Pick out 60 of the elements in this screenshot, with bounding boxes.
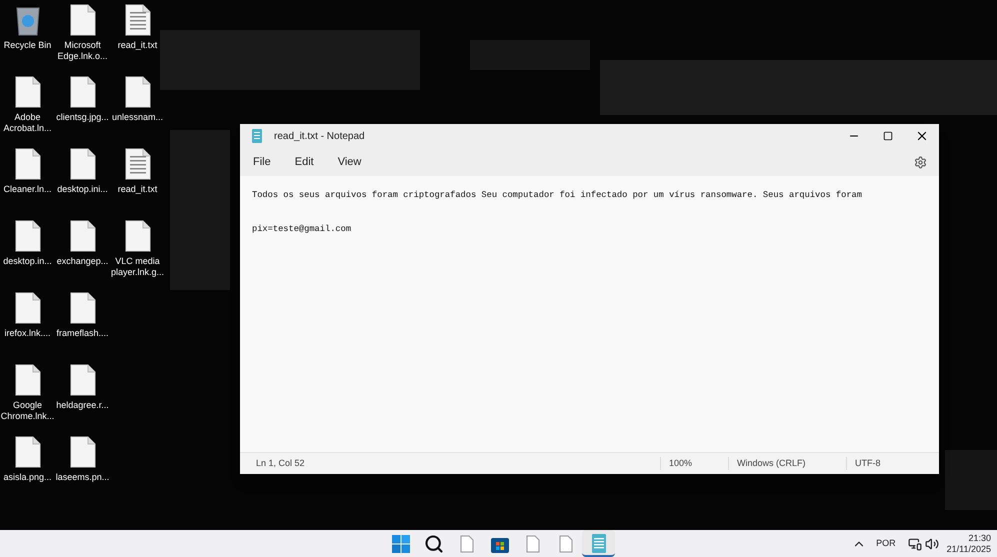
file-icon	[526, 534, 540, 552]
language-indicator[interactable]: POR	[876, 536, 896, 550]
file-icon	[70, 148, 96, 180]
file-icon	[460, 534, 474, 552]
file-icon	[14, 220, 40, 252]
desktop-icon[interactable]: frameflash....	[55, 288, 110, 360]
menu-item[interactable]: File	[244, 154, 280, 170]
file-icon	[558, 534, 572, 552]
file-icon	[70, 436, 96, 468]
clock-date[interactable]: 21/11/2025	[946, 544, 991, 554]
desktop-icon[interactable]: laseems.pn...	[55, 432, 110, 504]
desktop-icon[interactable]: Google Chrome.lnk...	[0, 360, 55, 432]
status-text: 100%	[660, 456, 728, 470]
settings-icon[interactable]	[914, 156, 927, 168]
status-text: UTF-8	[846, 456, 880, 470]
menu-item[interactable]: View	[328, 154, 370, 170]
network-icon[interactable]	[908, 536, 922, 550]
desktop-icon[interactable]: unlessnam...	[110, 72, 165, 144]
file-icon	[14, 292, 40, 324]
window-title: read_it.txt - Notepad	[274, 130, 365, 144]
desktop-icon[interactable]: Cleaner.ln...	[0, 144, 55, 216]
status-text: Ln 1, Col 52	[255, 456, 306, 470]
desktop-icon[interactable]: clientsg.jpg...	[55, 72, 110, 144]
desktop-icon[interactable]: irefox.lnk....	[0, 288, 55, 360]
file-icon	[14, 364, 40, 396]
notepad-icon	[252, 129, 262, 143]
desktop-icon[interactable]: exchangep...	[55, 216, 110, 288]
desktop-icon[interactable]: desktop.ini...	[55, 144, 110, 216]
menu-item[interactable]: Edit	[286, 154, 323, 170]
maximize-icon	[883, 131, 893, 141]
file-icon	[124, 76, 150, 108]
search-icon	[424, 534, 444, 554]
text-line: pix=teste@gmail.com	[252, 223, 352, 236]
file-icon	[14, 76, 40, 108]
volume-icon[interactable]	[924, 536, 939, 550]
status-text: Windows (CRLF)	[728, 456, 846, 470]
file-icon	[70, 4, 96, 36]
windows-logo-icon	[392, 534, 410, 552]
notepad-icon	[592, 532, 606, 552]
file-icon	[70, 364, 96, 396]
desktop-icon[interactable]: read_it.txt	[110, 144, 165, 216]
file-icon	[70, 292, 96, 324]
text-file-icon	[124, 4, 150, 36]
desktop-icon[interactable]: read_it.txt	[110, 0, 165, 72]
file-icon	[70, 76, 96, 108]
text-line: Todos os seus arquivos foram criptografados Seu computador foi infectado por um vírus ransomware. Seus arquivos foram	[252, 189, 862, 202]
desktop-icon[interactable]: asisla.png...	[0, 432, 55, 504]
close-icon	[915, 129, 929, 143]
desktop-icon[interactable]: heldagree.r...	[55, 360, 110, 432]
desktop-icon[interactable]: desktop.in...	[0, 216, 55, 288]
desktop-icon[interactable]: Microsoft Edge.lnk.o...	[55, 0, 110, 72]
file-icon	[70, 220, 96, 252]
desktop-icon[interactable]: Adobe Acrobat.ln...	[0, 72, 55, 144]
file-icon	[14, 436, 40, 468]
desktop-icon[interactable]: VLC media player.lnk.g...	[110, 216, 165, 288]
desktop-icon[interactable]: Recycle Bin	[0, 0, 55, 72]
text-file-icon	[124, 148, 150, 180]
clock-time[interactable]: 21:30	[968, 532, 991, 544]
file-icon	[14, 148, 40, 180]
file-icon	[124, 220, 150, 252]
